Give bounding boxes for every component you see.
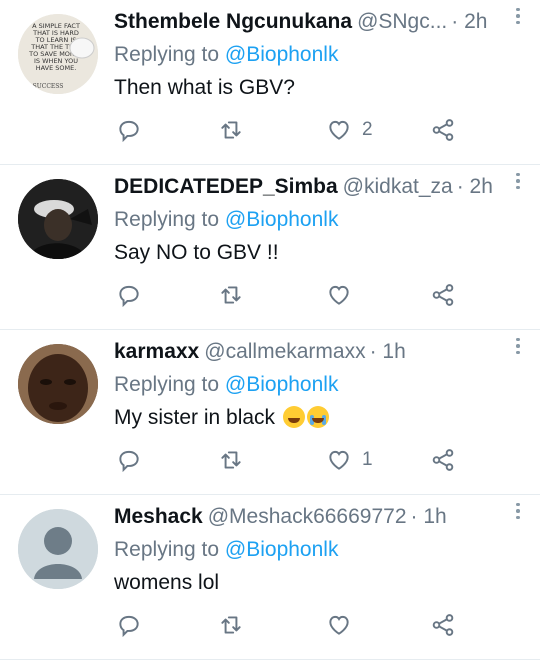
replying-to: Replying to @Biophonlk <box>114 536 526 564</box>
tweet[interactable]: Meshack @Meshack66669772 · 1h Replying t… <box>0 495 540 660</box>
avatar[interactable] <box>18 179 98 259</box>
replying-to-label: Replying to <box>114 538 225 561</box>
reply-button[interactable] <box>116 116 152 144</box>
svg-text:HAVE SOME.: HAVE SOME. <box>36 64 77 72</box>
replying-to-label: Replying to <box>114 208 225 231</box>
retweet-icon <box>221 286 241 304</box>
display-name[interactable]: karmaxx <box>114 338 199 366</box>
dark-photo-avatar-image <box>18 179 98 259</box>
avatar[interactable]: A SIMPLE FACT THAT IS HARD TO LEARN IS T… <box>18 14 98 94</box>
heart-icon <box>329 120 349 140</box>
retweet-icon <box>221 451 241 469</box>
tweet-text: Say NO to GBV !! <box>114 241 279 264</box>
avatar[interactable] <box>18 344 98 424</box>
retweet-icon <box>221 616 241 634</box>
tweet-actions <box>114 281 540 309</box>
timestamp[interactable]: · 2h <box>451 8 487 36</box>
like-button[interactable]: 2 <box>326 116 373 144</box>
share-button[interactable] <box>430 611 466 639</box>
more-options-icon[interactable] <box>506 167 530 195</box>
more-options-icon[interactable] <box>506 497 530 525</box>
display-name[interactable]: DEDICATEDEP_Simba <box>114 173 338 201</box>
tweet-text: womens lol <box>114 571 220 594</box>
like-count: 2 <box>362 119 373 140</box>
like-count: 1 <box>362 449 373 470</box>
face-photo-avatar-image <box>18 344 98 424</box>
mention-link[interactable]: @Biophonlk <box>225 208 339 231</box>
poster-avatar-image: A SIMPLE FACT THAT IS HARD TO LEARN IS T… <box>18 14 98 94</box>
user-handle[interactable]: @kidkat_za <box>343 173 453 201</box>
svg-text:SUCCESS: SUCCESS <box>33 83 64 90</box>
retweet-button[interactable] <box>218 281 254 309</box>
share-icon <box>432 449 454 471</box>
tweet[interactable]: karmaxx @callmekarmaxx · 1h Replying to … <box>0 330 540 495</box>
reply-icon <box>119 450 139 473</box>
replying-to: Replying to @Biophonlk <box>114 206 526 234</box>
user-handle[interactable]: @callmekarmaxx <box>204 338 365 366</box>
tweet[interactable]: A SIMPLE FACT THAT IS HARD TO LEARN IS T… <box>0 0 540 165</box>
tweet[interactable]: DEDICATEDEP_Simba @kidkat_za · 2h Replyi… <box>0 165 540 330</box>
reply-icon <box>119 120 139 143</box>
mention-link[interactable]: @Biophonlk <box>225 538 339 561</box>
tweet-actions <box>114 611 540 639</box>
share-button[interactable] <box>430 446 466 474</box>
retweet-button[interactable] <box>218 446 254 474</box>
tweet-text-container: My sister in black <box>114 404 526 432</box>
heart-icon <box>329 615 349 635</box>
like-button[interactable] <box>326 281 362 309</box>
share-icon <box>432 119 454 141</box>
replying-to: Replying to @Biophonlk <box>114 41 526 69</box>
more-options-icon[interactable] <box>506 2 530 30</box>
timestamp[interactable]: · 1h <box>411 503 447 531</box>
timestamp[interactable]: · 2h <box>457 173 493 201</box>
retweet-button[interactable] <box>218 611 254 639</box>
tweet-text: Then what is GBV? <box>114 76 295 99</box>
tweet-actions: 1 <box>114 446 540 474</box>
share-button[interactable] <box>430 281 466 309</box>
retweet-icon <box>221 121 241 139</box>
reply-icon <box>119 615 139 638</box>
share-icon <box>432 284 454 306</box>
reply-button[interactable] <box>116 446 152 474</box>
heart-icon <box>329 450 349 470</box>
share-icon <box>432 614 454 636</box>
heart-icon <box>329 285 349 305</box>
display-name[interactable]: Sthembele Ngcunukana <box>114 8 352 36</box>
user-handle[interactable]: @Meshack66669772 <box>208 503 407 531</box>
replying-to: Replying to @Biophonlk <box>114 371 526 399</box>
replying-to-label: Replying to <box>114 373 225 396</box>
loudly-crying-emoji-icon <box>306 406 329 428</box>
default-avatar-icon <box>18 509 98 589</box>
share-button[interactable] <box>430 116 466 144</box>
like-button[interactable] <box>326 611 362 639</box>
like-button[interactable]: 1 <box>326 446 373 474</box>
mention-link[interactable]: @Biophonlk <box>225 43 339 66</box>
tweet-text: My sister in black <box>114 406 281 429</box>
tears-of-joy-emoji-icon <box>282 406 305 428</box>
reply-button[interactable] <box>116 611 152 639</box>
timestamp[interactable]: · 1h <box>370 338 406 366</box>
avatar[interactable] <box>18 509 98 589</box>
reply-button[interactable] <box>116 281 152 309</box>
mention-link[interactable]: @Biophonlk <box>225 373 339 396</box>
more-options-icon[interactable] <box>506 332 530 360</box>
user-handle[interactable]: @SNgc... <box>357 8 447 36</box>
replying-to-label: Replying to <box>114 43 225 66</box>
tweet-actions: 2 <box>114 116 540 144</box>
reply-icon <box>119 285 139 308</box>
retweet-button[interactable] <box>218 116 254 144</box>
display-name[interactable]: Meshack <box>114 503 203 531</box>
